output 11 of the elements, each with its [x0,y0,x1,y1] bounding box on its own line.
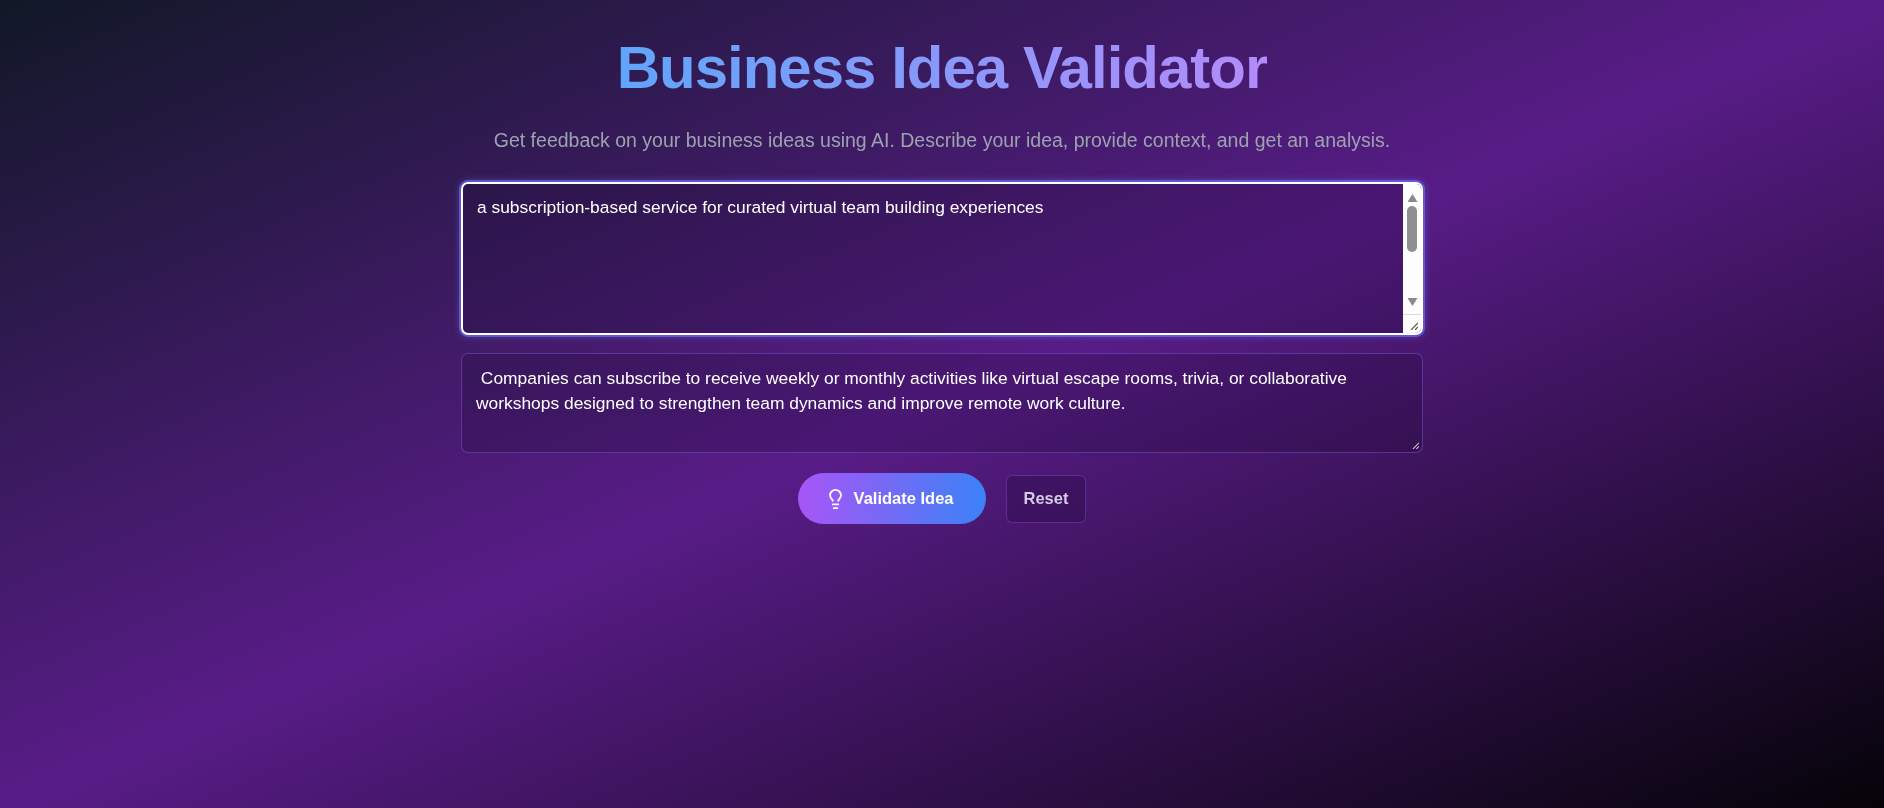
lightbulb-icon [828,488,842,509]
scroll-down-icon[interactable] [1406,298,1418,306]
scroll-up-icon[interactable] [1406,194,1418,202]
scroll-thumb[interactable] [1407,206,1417,252]
context-input-field[interactable]: Companies can subscribe to receive weekly or monthly activities like virtual escape rooms, trivia, or collaborative workshops designed to strengthen team dynamics and improve remote work culture. [461,353,1423,453]
validate-button[interactable]: Validate Idea [797,473,986,524]
scrollbar[interactable] [1403,184,1421,333]
resize-grip-icon[interactable] [1410,322,1418,330]
page-subtitle: Get feedback on your business ideas using AI. Describe your idea, provide context, and get an analysis. [493,128,1391,153]
idea-input-field[interactable]: a subscription-based service for curated virtual team building experiences [461,182,1423,335]
reset-button[interactable]: Reset [1005,474,1087,523]
